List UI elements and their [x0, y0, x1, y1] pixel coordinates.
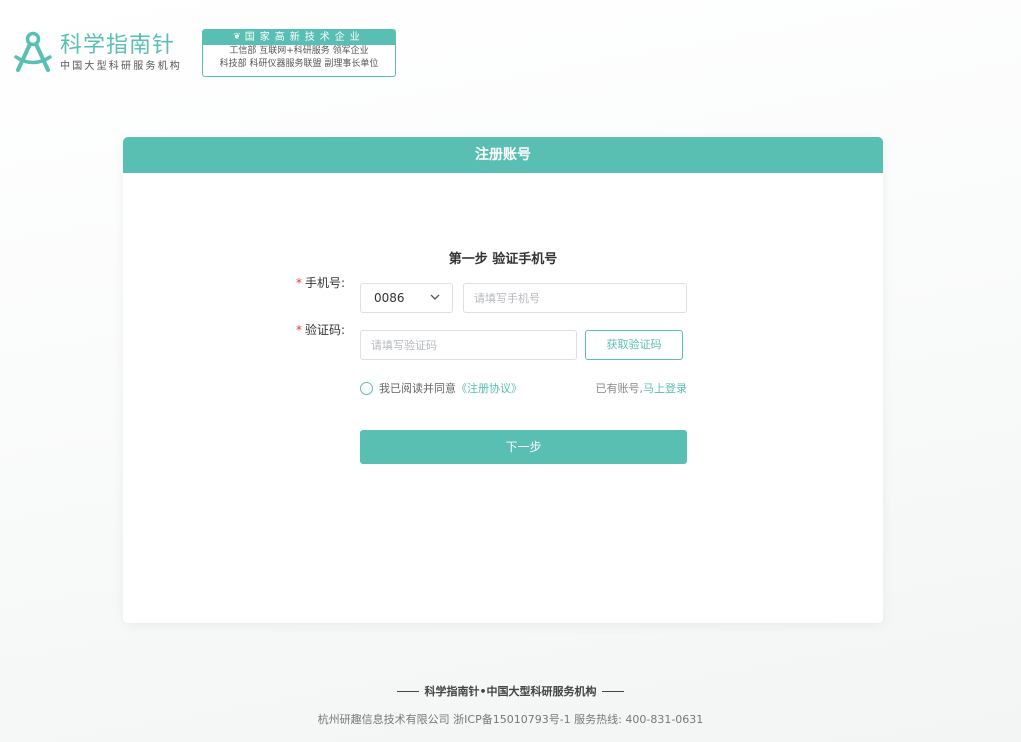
- login-link[interactable]: 马上登录: [643, 382, 687, 395]
- badge-line-2: 科技部 科研仪器服务联盟 副理事长单位: [219, 59, 379, 69]
- phone-input[interactable]: [463, 283, 687, 313]
- agree-radio[interactable]: [360, 382, 373, 395]
- leaf-icon: ❦: [233, 32, 241, 42]
- register-card: 注册账号 第一步 验证手机号 *手机号: 0086 *验证码: 获取验证码 我已…: [123, 137, 883, 623]
- country-code-value: 0086: [374, 291, 405, 305]
- footer-dash-right: [601, 690, 624, 692]
- required-mark: *: [295, 323, 302, 337]
- certification-badge: ❦ 国家高新技术企业 工信部 互联网+科研服务 领军企业 科技部 科研仪器服务联…: [202, 29, 396, 77]
- phone-label: * 手机号:: [295, 276, 345, 290]
- footer-title: 科学指南针•中国大型科研服务机构: [0, 683, 1021, 699]
- step-title: 第一步 验证手机号: [448, 252, 558, 267]
- badge-header: ❦ 国家高新技术企业: [203, 30, 395, 45]
- badge-line-1: 工信部 互联网+科研服务 领军企业: [229, 46, 369, 56]
- code-label: * 验证码:: [295, 323, 345, 337]
- agreement-row: 我已阅读并同意《注册协议》 已有账号,马上登录: [360, 381, 687, 397]
- agree-text: 我已阅读并同意《注册协议》: [379, 382, 522, 395]
- verification-code-input[interactable]: [360, 330, 577, 360]
- footer-dash-left: [397, 690, 420, 692]
- chevron-down-icon: [430, 294, 440, 300]
- compass-logo-icon: [14, 31, 52, 72]
- brand-title: 科学指南针: [60, 32, 176, 58]
- country-code-select[interactable]: 0086: [360, 283, 453, 313]
- badge-top-text: 国家高新技术企业: [244, 32, 365, 43]
- card-title: 注册账号: [123, 137, 883, 173]
- brand-subtitle: 中国大型科研服务机构: [60, 60, 182, 72]
- next-button[interactable]: 下一步: [360, 430, 687, 464]
- get-code-button[interactable]: 获取验证码: [585, 330, 683, 360]
- required-mark: *: [295, 276, 302, 290]
- logo[interactable]: 科学指南针 中国大型科研服务机构: [12, 30, 182, 76]
- agreement-link[interactable]: 《注册协议》: [456, 382, 522, 395]
- footer-info: 杭州研趣信息技术有限公司 浙ICP备15010793号-1 服务热线: 400-…: [317, 713, 704, 726]
- login-hint: 已有账号,马上登录: [595, 382, 688, 395]
- header: 科学指南针 中国大型科研服务机构 ❦ 国家高新技术企业 工信部 互联网+科研服务…: [12, 29, 396, 77]
